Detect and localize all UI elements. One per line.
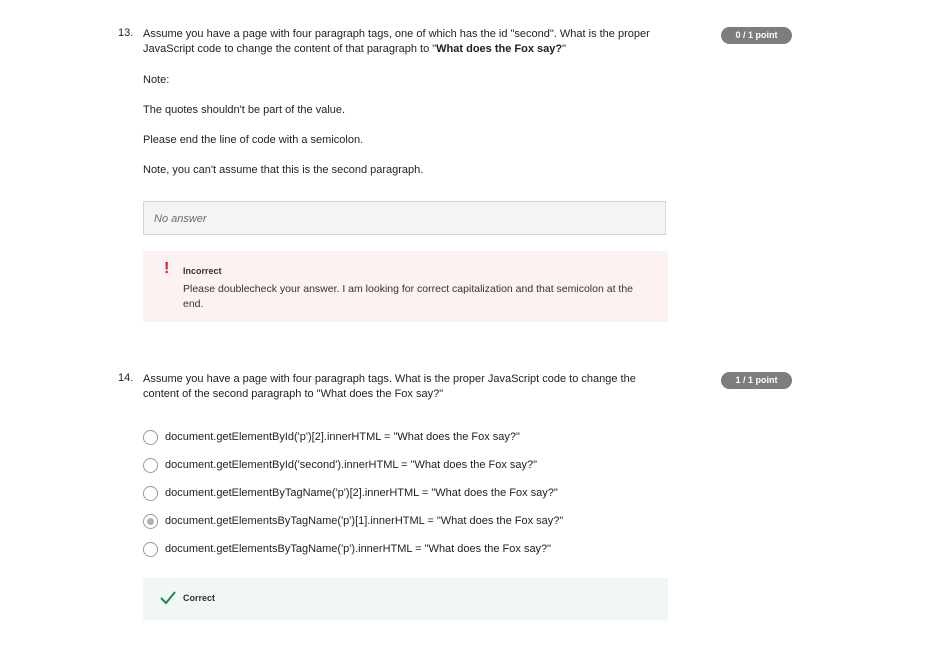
radio-button[interactable]: [143, 486, 158, 501]
feedback-title: Correct: [183, 593, 216, 603]
option-label: document.getElementsByTagName('p').inner…: [165, 543, 552, 555]
option-label: document.getElementsByTagName('p')[1].in…: [165, 515, 564, 527]
feedback-title: Incorrect: [183, 266, 222, 276]
prompt-bold-text: What does the Fox say?: [436, 43, 563, 55]
option-4[interactable]: document.getElementsByTagName('p')[1].in…: [143, 514, 663, 530]
radio-button[interactable]: [143, 430, 158, 445]
option-label: document.getElementByTagName('p')[2].inn…: [165, 487, 558, 499]
question-number: 13.: [118, 27, 134, 39]
question-13: 13. 0 / 1 point Assume you have a page w…: [118, 27, 798, 327]
feedback-correct: Correct: [143, 578, 668, 620]
option-label: document.getElementById('p')[2].innerHTM…: [165, 431, 520, 443]
note-line: Note, you can't assume that this is the …: [143, 164, 424, 176]
checkmark-icon: [160, 591, 176, 605]
question-prompt: Assume you have a page with four paragra…: [143, 373, 636, 400]
exclamation-icon: !: [164, 260, 170, 277]
option-1[interactable]: document.getElementById('p')[2].innerHTM…: [143, 430, 663, 446]
note-line: The quotes shouldn't be part of the valu…: [143, 104, 346, 116]
answer-field[interactable]: No answer: [143, 201, 666, 235]
option-label: document.getElementById('second').innerH…: [165, 459, 538, 471]
question-prompt: Assume you have a page with four paragra…: [143, 28, 650, 55]
question-14: 14. 1 / 1 point Assume you have a page w…: [118, 372, 798, 632]
question-number: 14.: [118, 372, 134, 384]
radio-button[interactable]: [143, 458, 158, 473]
option-3[interactable]: document.getElementByTagName('p')[2].inn…: [143, 486, 663, 502]
note-heading: Note:: [143, 74, 170, 86]
option-2[interactable]: document.getElementById('second').innerH…: [143, 458, 663, 474]
note-line: Please end the line of code with a semic…: [143, 134, 364, 146]
question-body: Assume you have a page with four paragra…: [143, 372, 668, 417]
points-badge: 0 / 1 point: [721, 27, 792, 44]
points-badge: 1 / 1 point: [721, 372, 792, 389]
feedback-text: Please doublecheck your answer. I am loo…: [183, 283, 633, 310]
option-5[interactable]: document.getElementsByTagName('p').inner…: [143, 542, 663, 558]
question-body: Assume you have a page with four paragra…: [143, 27, 668, 193]
radio-button-selected[interactable]: [143, 514, 158, 529]
feedback-incorrect: ! Incorrect Please doublecheck your answ…: [143, 251, 668, 322]
radio-button[interactable]: [143, 542, 158, 557]
